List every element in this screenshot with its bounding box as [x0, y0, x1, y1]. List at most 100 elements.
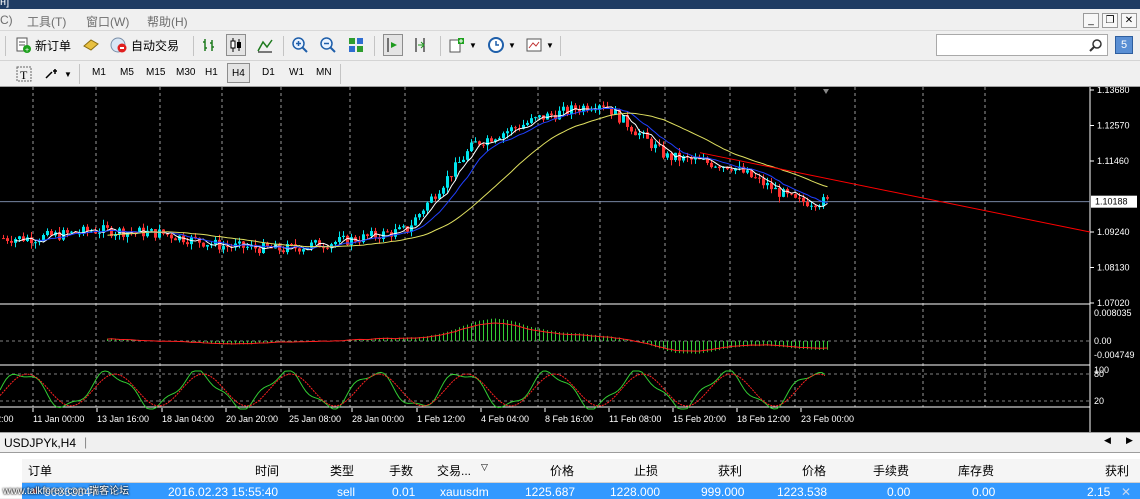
timeframe-w1[interactable]: W1: [285, 63, 308, 83]
table-row[interactable]: ▲ 56863847 2016.02.23 15:55:40 sell 0.01…: [22, 483, 1140, 499]
minimize-button[interactable]: _: [1083, 13, 1099, 28]
svg-text:+: +: [25, 47, 29, 54]
col-open-price[interactable]: 价格: [550, 462, 574, 479]
candle-body: [814, 205, 817, 208]
candle-body: [402, 226, 405, 228]
timeframe-h1[interactable]: H1: [201, 63, 222, 83]
col-current-price[interactable]: 价格: [802, 462, 826, 479]
candle-body: [34, 242, 37, 244]
candle-body: [610, 108, 613, 115]
candle-body: [714, 166, 717, 168]
watermark: www.talkforex.com 瑞客论坛: [3, 486, 130, 497]
tab-scroll-right-icon[interactable]: ▶: [1126, 435, 1133, 446]
timeframe-h4[interactable]: H4: [227, 63, 250, 83]
menu-item-window[interactable]: 窗口(W): [86, 13, 129, 30]
search-icon[interactable]: [1089, 38, 1103, 52]
candle-body: [334, 241, 337, 245]
candlestick-button[interactable]: [226, 34, 246, 56]
autoscroll-button[interactable]: [383, 34, 403, 56]
price-chart[interactable]: 1.13680 1.12570 1.11460 1.09240 1.08130 1.070…: [0, 85, 1140, 432]
window-title: н]: [0, 0, 10, 8]
menu-item-help[interactable]: 帮助(H): [147, 13, 188, 30]
clock-icon: [488, 37, 504, 53]
close-button[interactable]: ✕: [1121, 13, 1137, 28]
col-lots[interactable]: 手数: [389, 462, 413, 479]
timeframe-m5[interactable]: M5: [116, 63, 138, 83]
order-symbol: xauusdm: [440, 485, 489, 499]
templates-button[interactable]: ▼: [525, 34, 554, 56]
candle-body: [510, 127, 513, 132]
periods-button[interactable]: ▼: [487, 34, 516, 56]
bar-chart-icon: [203, 39, 214, 51]
sort-icon: ▽: [481, 462, 488, 472]
search-input[interactable]: [936, 34, 1108, 56]
col-type[interactable]: 类型: [330, 462, 354, 479]
col-take-profit[interactable]: 获利: [718, 462, 742, 479]
candle-body: [434, 196, 437, 199]
col-stop-loss[interactable]: 止损: [634, 462, 658, 479]
candle-body: [258, 248, 261, 254]
price-tick-label: 1.13680: [1097, 87, 1130, 95]
tile-windows-button[interactable]: [347, 34, 365, 56]
candle-body: [422, 210, 425, 214]
candle-body: [442, 187, 445, 194]
new-order-button[interactable]: + 新订单: [14, 34, 71, 56]
order-current-price: 1223.538: [777, 485, 828, 499]
time-tick-label: 15 Feb 20:00: [673, 414, 726, 424]
bar-chart-button[interactable]: [200, 34, 218, 56]
candle-body: [430, 196, 433, 203]
time-tick-label: 18 Feb 12:00: [737, 414, 790, 424]
candle-body: [454, 162, 457, 177]
order-time: 2016.02.23 15:55:40: [168, 485, 279, 499]
time-tick-label: 25 Jan 08:00: [289, 414, 341, 424]
timeframe-mn[interactable]: MN: [312, 63, 336, 83]
tab-scroll-left-icon[interactable]: ◀: [1104, 435, 1111, 446]
chart-window[interactable]: 1.13680 1.12570 1.11460 1.09240 1.08130 1.070…: [0, 85, 1140, 432]
col-profit[interactable]: 获利: [1105, 462, 1129, 479]
candle-body: [398, 227, 401, 230]
indicators-button[interactable]: ▼: [448, 34, 477, 56]
col-commission[interactable]: 手续费: [873, 462, 909, 479]
time-tick-label: 23 Feb 00:00: [801, 414, 854, 424]
col-swap[interactable]: 库存费: [958, 462, 994, 479]
chart-shift-button[interactable]: [411, 34, 429, 56]
indicators-icon: [449, 38, 464, 53]
auto-trading-label: 自动交易: [131, 38, 180, 53]
messages-badge[interactable]: 5: [1115, 36, 1133, 54]
candle-body: [158, 229, 161, 238]
candle-body: [342, 235, 345, 238]
zoom-in-button[interactable]: [291, 34, 309, 56]
restore-button[interactable]: ❐: [1102, 13, 1118, 28]
time-tick-label: 1 Feb 12:00: [417, 414, 465, 424]
timeframe-m30[interactable]: M30: [172, 63, 199, 83]
candle-body: [46, 230, 49, 236]
text-tool-button[interactable]: T: [15, 63, 33, 85]
menu-item-tools[interactable]: 工具(T): [27, 13, 66, 30]
candle-body: [282, 250, 285, 253]
auto-trading-button[interactable]: 自动交易: [110, 34, 179, 56]
period-separator-marker: [823, 89, 829, 94]
col-symbol[interactable]: 交易...: [437, 462, 471, 479]
arrows-button[interactable]: ▼: [43, 63, 72, 85]
candle-body: [18, 236, 21, 240]
candle-body: [470, 142, 473, 152]
chart-tab-usdjpy[interactable]: USDJPYk,H4: [4, 436, 76, 450]
close-order-icon[interactable]: ✕: [1121, 485, 1131, 499]
history-center-button[interactable]: [82, 34, 100, 56]
dropdown-arrow-icon: ▼: [64, 69, 72, 79]
price-tick-label: 1.08130: [1097, 263, 1130, 273]
timeframe-d1[interactable]: D1: [258, 63, 279, 83]
zoom-out-button[interactable]: [319, 34, 337, 56]
col-order[interactable]: 订单: [28, 462, 52, 479]
col-time[interactable]: 时间: [255, 462, 279, 479]
timeframe-m1[interactable]: M1: [88, 63, 110, 83]
macd-tick-label: 0.00: [1094, 336, 1112, 346]
dropdown-arrow-icon: ▼: [469, 40, 477, 50]
order-lots: 0.01: [392, 485, 416, 499]
timeframe-m15[interactable]: M15: [142, 63, 169, 83]
candle-body: [806, 201, 809, 207]
menu-item-partial[interactable]: C): [0, 13, 13, 27]
candle-body: [758, 177, 761, 179]
text-tool-icon: T: [16, 66, 32, 82]
line-chart-button[interactable]: [256, 34, 274, 56]
